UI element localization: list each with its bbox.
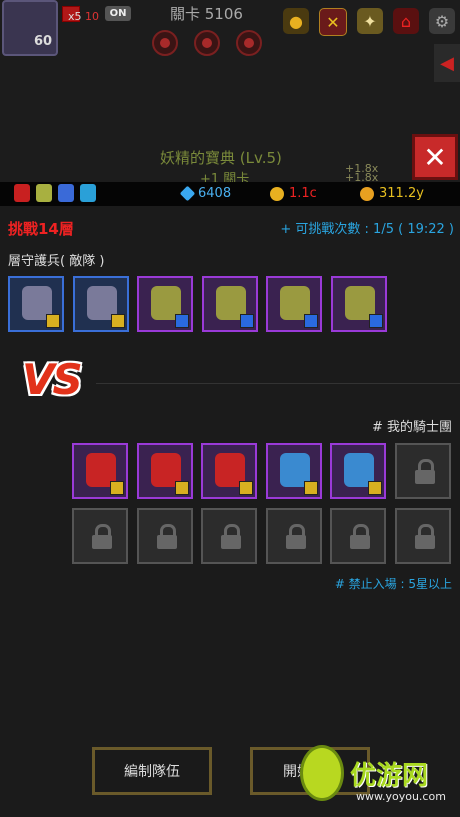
watermark-url: www.yoyou.com bbox=[356, 790, 446, 803]
watermark-mascot-icon bbox=[300, 745, 344, 801]
class-badge-icon bbox=[110, 481, 124, 495]
boss-stage-icon bbox=[194, 30, 220, 56]
unit-slot[interactable] bbox=[201, 276, 258, 332]
party-hero-icon[interactable] bbox=[14, 184, 30, 202]
unit-slot[interactable] bbox=[136, 443, 193, 499]
attempts-counter: + 可挑戰次數 : 1/5 ( 19:22 ) bbox=[280, 222, 454, 237]
stage-progress bbox=[152, 30, 262, 56]
class-badge-icon bbox=[303, 481, 318, 495]
vs-label: VS bbox=[22, 355, 83, 404]
unit-slot[interactable] bbox=[330, 276, 387, 332]
unit-slot[interactable] bbox=[265, 443, 322, 499]
class-badge-icon bbox=[239, 481, 253, 495]
locked-slot[interactable] bbox=[72, 508, 128, 564]
locked-slot[interactable] bbox=[136, 508, 193, 564]
top-icon-bar: ● ✕ ✦ ⌂ ⚙ bbox=[283, 8, 455, 36]
class-badge-icon bbox=[46, 314, 60, 328]
lock-icon bbox=[414, 524, 435, 550]
unit-slot[interactable] bbox=[72, 443, 128, 499]
auto-toggle[interactable]: ON bbox=[105, 6, 131, 21]
edit-team-button[interactable]: 編制隊伍 bbox=[92, 747, 212, 795]
lock-icon bbox=[414, 459, 435, 485]
class-badge-icon bbox=[175, 314, 189, 328]
class-badge-icon bbox=[110, 314, 125, 328]
class-badge-icon bbox=[174, 481, 189, 495]
my-team-label: # 我的騎士團 bbox=[371, 420, 452, 435]
entry-restriction: # 禁止入場 : 5星以上 bbox=[334, 577, 452, 591]
unit-slot[interactable] bbox=[266, 276, 322, 332]
gold-coin-icon bbox=[360, 186, 374, 201]
mini-buff-count: x5 10 bbox=[68, 10, 100, 23]
medal-icon bbox=[270, 186, 284, 201]
divider bbox=[96, 383, 460, 384]
side-menu-arrow-icon[interactable]: ◀ bbox=[434, 44, 460, 82]
unit-slot[interactable] bbox=[137, 276, 193, 332]
class-badge-icon bbox=[368, 481, 382, 495]
stage-title: 關卡 5106 bbox=[170, 5, 243, 23]
book-title: 妖精的寶典 (Lv.5) bbox=[160, 149, 282, 167]
player-level: 60 bbox=[34, 34, 53, 49]
locked-slot[interactable] bbox=[201, 508, 257, 564]
medal-counter: 1.1c bbox=[270, 186, 317, 201]
gold-counter: 311.2y bbox=[360, 186, 424, 201]
unit-slot[interactable] bbox=[8, 276, 64, 332]
lock-icon bbox=[156, 524, 177, 550]
boss-stage-icon bbox=[236, 30, 262, 56]
locked-slot[interactable] bbox=[330, 508, 386, 564]
unit-slot[interactable] bbox=[330, 443, 386, 499]
fairy-icon[interactable]: ✦ bbox=[357, 8, 383, 34]
party-hero-icon[interactable] bbox=[58, 184, 74, 202]
chat-icon[interactable]: ● bbox=[283, 8, 309, 34]
locked-slot[interactable] bbox=[265, 508, 322, 564]
multiplier-stack: +1.8x +1.8x bbox=[345, 162, 379, 184]
gem-icon bbox=[179, 185, 196, 202]
class-badge-icon bbox=[368, 314, 383, 328]
lock-icon bbox=[221, 524, 241, 550]
watermark-text: 优游网 bbox=[350, 760, 429, 791]
close-button[interactable]: ✕ bbox=[412, 134, 458, 180]
close-icon: ✕ bbox=[423, 140, 447, 174]
gear-icon[interactable]: ⚙ bbox=[429, 8, 455, 34]
lock-icon bbox=[92, 524, 112, 550]
treasure-icon[interactable]: ✕ bbox=[319, 8, 347, 36]
class-badge-icon bbox=[239, 314, 254, 328]
enemy-team-label: 層守護兵( 敵隊 ) bbox=[8, 254, 105, 269]
challenge-floor: 挑戰14層 bbox=[8, 220, 74, 238]
locked-slot[interactable] bbox=[394, 508, 451, 564]
party-hero-icon[interactable] bbox=[36, 184, 52, 202]
unit-slot[interactable] bbox=[201, 443, 257, 499]
gem-counter: 6408 bbox=[179, 185, 231, 202]
party-hero-icon[interactable] bbox=[80, 184, 96, 202]
castle-alert-icon[interactable]: ⌂ bbox=[393, 8, 419, 34]
lock-icon bbox=[285, 524, 306, 550]
boss-stage-icon bbox=[152, 30, 178, 56]
player-avatar[interactable]: 60 bbox=[2, 0, 58, 56]
lock-icon bbox=[350, 524, 370, 550]
class-badge-icon bbox=[304, 314, 318, 328]
unit-slot[interactable] bbox=[72, 276, 129, 332]
locked-slot[interactable] bbox=[394, 443, 451, 499]
